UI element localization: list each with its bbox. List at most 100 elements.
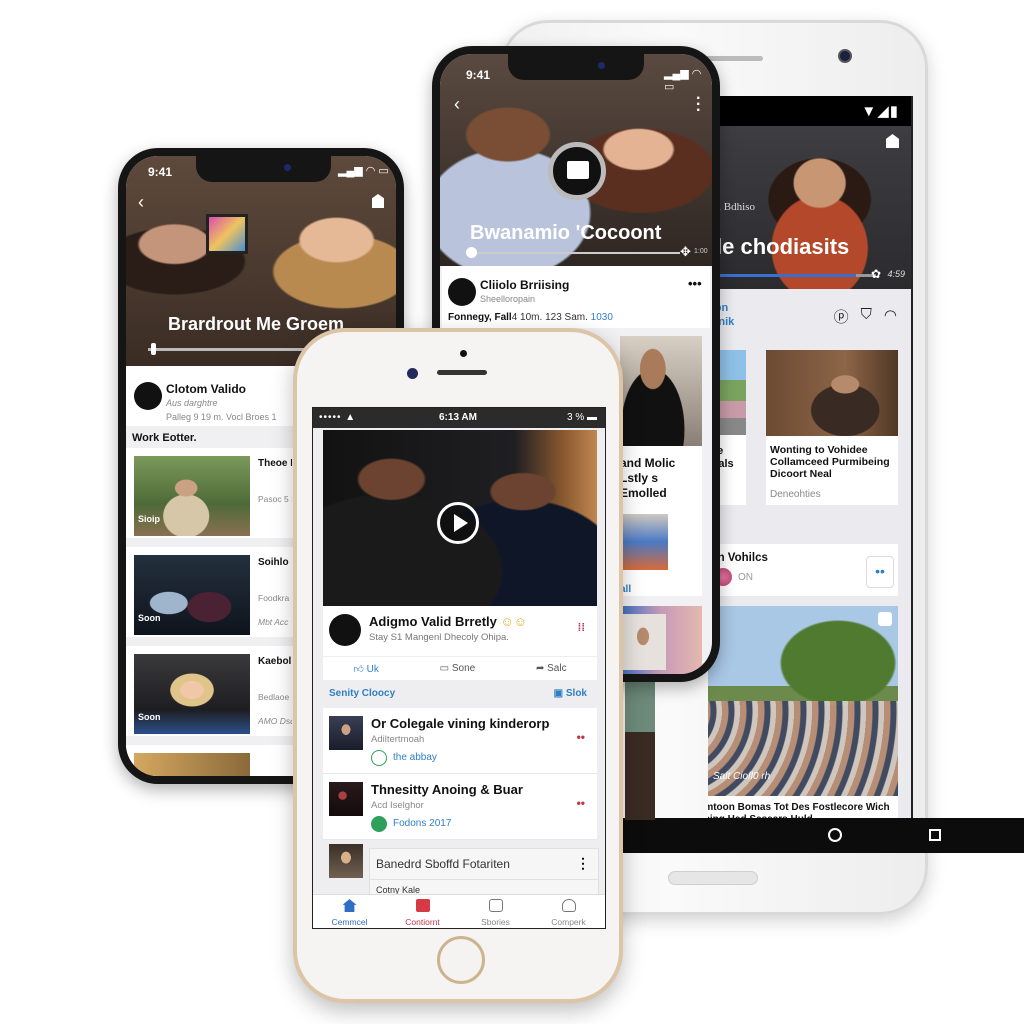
- front-camera: [598, 62, 605, 69]
- home-icon: [342, 899, 357, 912]
- item-desc: Bedlaoe Condly: [258, 692, 292, 702]
- card-title: Wonting to Vohidee Collamceed Purmibeing…: [770, 444, 890, 480]
- phone-front: ••••• ▲ 6:13 AM 3 % ▬ Adigmo Valid Brret…: [293, 328, 623, 1003]
- emoji-icon: ☺☺: [500, 614, 528, 629]
- action-bar: 👍︎ Uk ▭ Sone ➦ Salc: [323, 656, 597, 680]
- back-chevron-icon[interactable]: ‹: [454, 94, 460, 115]
- earpiece: [437, 370, 487, 375]
- like-button[interactable]: 👍︎ Uk: [353, 663, 378, 675]
- library-icon: [488, 899, 503, 912]
- tab-profile[interactable]: Comperk: [532, 895, 605, 928]
- home-button[interactable]: [668, 871, 758, 885]
- list-item[interactable]: Thnesitty Anoing & Buar Acd Iselghor Fod…: [323, 774, 597, 840]
- progress-handle[interactable]: [466, 247, 477, 258]
- progress-handle[interactable]: [151, 343, 156, 355]
- more-horizontal-icon[interactable]: •••: [688, 276, 702, 291]
- settings-icon[interactable]: ✥: [680, 244, 691, 260]
- thumbnail-badge: Soon: [138, 613, 161, 623]
- more-vertical-icon[interactable]: · · ·: [696, 91, 701, 119]
- tab-label: Comperk: [551, 917, 586, 927]
- home-button[interactable]: [437, 936, 485, 984]
- status-time: 9:41: [148, 165, 173, 179]
- wifi-icon[interactable]: ◠: [884, 306, 897, 327]
- thumbnail-badge: Sioip: [138, 514, 160, 524]
- grid-menu-icon[interactable]: ⁞⁞: [578, 622, 585, 634]
- now-playing[interactable]: Cliiolo Brriising Sheelloropain Fonnegy,…: [442, 266, 710, 328]
- section-action[interactable]: ▣ Slok: [554, 688, 587, 699]
- action-icons: ⓟ ⛉ ◠: [834, 306, 897, 327]
- tab-library[interactable]: Sbories: [459, 895, 532, 928]
- meta-text: 4 10m. 123 Sam.: [511, 312, 588, 323]
- video-subtitle: Sheelloropain: [480, 294, 536, 304]
- proximity-sensor: [460, 350, 467, 357]
- notch: [196, 156, 331, 182]
- meta-link[interactable]: 1030: [591, 312, 613, 323]
- battery-level: 3 % ▬: [566, 412, 597, 423]
- channel-logo-button[interactable]: [548, 142, 606, 200]
- share-button[interactable]: ➦ Salc: [536, 663, 567, 674]
- video-card[interactable]: [620, 606, 702, 674]
- feature-image[interactable]: Salt Ciofl0 rh: [708, 606, 898, 796]
- recents-nav-icon[interactable]: [929, 829, 941, 841]
- shield-icon[interactable]: ⛉: [861, 306, 872, 327]
- sheet-title: Banedrd Sboffd Fotariten: [376, 857, 510, 871]
- item-title: Thnesitty Anoing & Buar: [371, 782, 523, 797]
- android-nav-bar: [623, 818, 1024, 853]
- more-icon[interactable]: ••: [577, 796, 585, 810]
- video-info: Adigmo Valid Brretly ☺☺ Stay S1 Mangenl …: [323, 606, 597, 680]
- channel-row[interactable]: ain Vohilcs ON ••: [708, 544, 898, 596]
- video-meta: Fonnegy, Fall4 10m. 123 Sam. 1030: [448, 312, 613, 323]
- more-icon[interactable]: ••: [577, 730, 585, 744]
- thumbnail: [134, 555, 250, 635]
- progress-bar-fill[interactable]: [708, 274, 856, 277]
- list-item[interactable]: Or Colegale vining kinderorp Adiltertmoa…: [323, 708, 597, 774]
- context-sheet[interactable]: Banedrd Sboffd Fotariten ⋮ Cotny Kale: [369, 848, 599, 900]
- thumbnail: [134, 654, 250, 734]
- play-icon[interactable]: [134, 382, 162, 410]
- item-tag[interactable]: the abbay: [393, 752, 437, 763]
- comment-button[interactable]: ▭ Sone: [440, 663, 476, 674]
- section-header: Senity Cloocy ▣ Slok: [323, 684, 597, 706]
- video-player[interactable]: [323, 430, 597, 606]
- front-camera: [838, 49, 852, 63]
- play-icon[interactable]: [448, 278, 476, 306]
- like-label: Uk: [366, 663, 379, 675]
- video-card[interactable]: and Molic Lstly s Emolled all: [620, 336, 702, 596]
- thumbnail-badge: Soon: [138, 712, 161, 722]
- video-title: Clotom Valido: [166, 382, 247, 396]
- back-chevron-icon[interactable]: ‹: [138, 192, 144, 213]
- item-subtitle: Acd Iselghor: [371, 800, 424, 811]
- thumbnail: [329, 782, 363, 816]
- tag-icon: [371, 816, 387, 832]
- section-title[interactable]: Senity Cloocy: [329, 688, 395, 699]
- info-icon[interactable]: ⓟ: [834, 306, 849, 327]
- item-tag[interactable]: Fodons 2017: [393, 818, 451, 829]
- tab-label: Contiornt: [405, 917, 440, 927]
- video-title: Adigmo Valid Brretly ☺☺: [369, 614, 527, 629]
- item-meta: Mbt Acc: [258, 617, 289, 627]
- signal-wifi-battery-icon: ▂▄▆ ◠ ▭: [338, 165, 389, 177]
- settings-icon[interactable]: ✿: [871, 267, 881, 281]
- hero-title: Brardrout Me Groem: [168, 314, 345, 334]
- video-hero[interactable]: i Bdhiso le chodiasits ✿ 4:59: [708, 126, 911, 289]
- more-vertical-icon[interactable]: ⋮: [576, 855, 590, 872]
- video-subtitle: Aus darghtre: [166, 398, 218, 408]
- live-icon: [415, 899, 430, 912]
- tab-live[interactable]: Contiornt: [386, 895, 459, 928]
- cast-icon[interactable]: [886, 134, 899, 148]
- profile-icon: [561, 899, 576, 912]
- item-meta: AMO Dsc: [258, 716, 292, 726]
- item-subtitle: Adiltertmoah: [371, 734, 425, 745]
- home-nav-icon[interactable]: [828, 828, 842, 842]
- progress-bar[interactable]: [470, 252, 680, 254]
- more-button[interactable]: ••: [866, 556, 894, 588]
- share-label: Salc: [547, 663, 567, 674]
- front-camera: [407, 368, 418, 379]
- tab-home[interactable]: Cemmcel: [313, 895, 386, 928]
- bookmark-icon[interactable]: [878, 612, 892, 626]
- channel-play-icon[interactable]: [329, 614, 361, 646]
- tab-label: Cemmcel: [331, 917, 368, 927]
- item-title: Kaebol Hotleat Iofl cnE: [258, 656, 292, 667]
- video-card[interactable]: Wonting to Vohidee Collamceed Purmibeing…: [766, 350, 898, 505]
- play-button[interactable]: [437, 502, 479, 544]
